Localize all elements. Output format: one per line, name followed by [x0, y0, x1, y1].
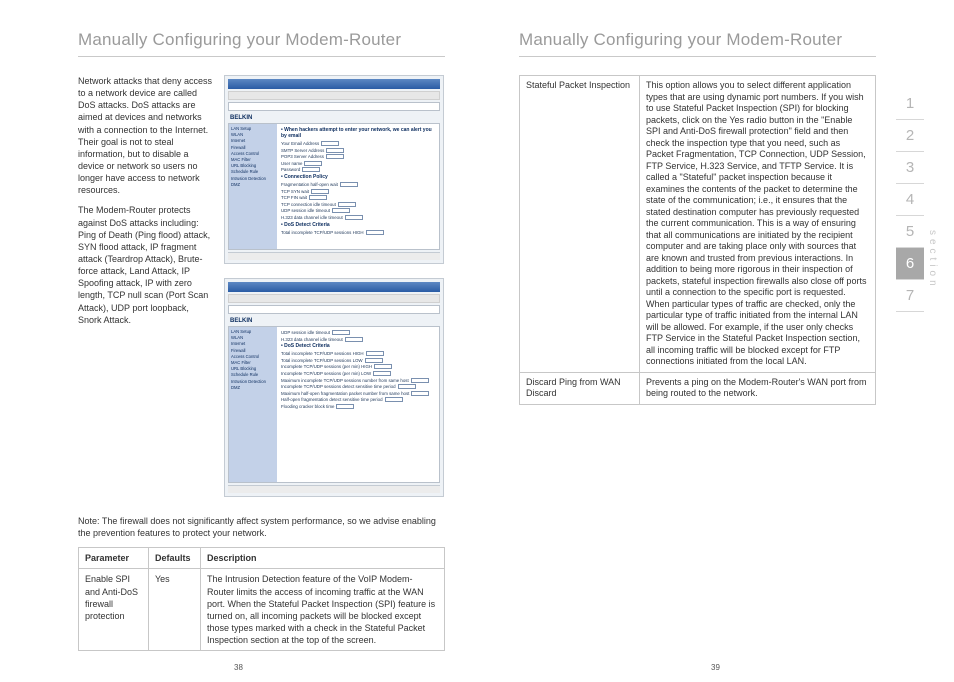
table-row: Stateful Packet Inspection This option a…	[520, 76, 876, 373]
window-titlebar	[228, 282, 440, 292]
parameters-table: Parameter Defaults Description Enable SP…	[78, 547, 445, 651]
screenshot-content: UDP session idle timeout H.323 data chan…	[277, 327, 439, 482]
table-row: Discard Ping from WAN Discard Prevents a…	[520, 372, 876, 404]
right-table-wrap: Stateful Packet Inspection This option a…	[519, 75, 876, 405]
section-nav-item[interactable]: 2	[896, 120, 924, 152]
screenshot-thumbnail: BELKIN LAN SetupWLAN InternetFirewall Ac…	[224, 75, 444, 264]
paragraph: Network attacks that deny access to a ne…	[78, 75, 214, 196]
cell-definition: This option allows you to select differe…	[640, 76, 876, 373]
brand-logo: BELKIN	[228, 113, 440, 123]
section-nav-item[interactable]: 5	[896, 216, 924, 248]
th-parameter: Parameter	[79, 548, 149, 569]
table-header-row: Parameter Defaults Description	[79, 548, 445, 569]
status-bar	[228, 252, 440, 260]
screenshot-content: • When hackers attempt to enter your net…	[277, 124, 439, 249]
cell-term: Stateful Packet Inspection	[520, 76, 640, 373]
definitions-table: Stateful Packet Inspection This option a…	[519, 75, 876, 405]
address-bar	[228, 102, 440, 111]
table-row: Enable SPI and Anti-DoS firewall protect…	[79, 569, 445, 651]
status-bar	[228, 485, 440, 493]
address-bar	[228, 305, 440, 314]
cell-parameter: Enable SPI and Anti-DoS firewall protect…	[79, 569, 149, 651]
th-description: Description	[201, 548, 445, 569]
screenshots-column: BELKIN LAN SetupWLAN InternetFirewall Ac…	[224, 75, 445, 511]
section-nav-item[interactable]: 1	[896, 88, 924, 120]
window-toolbar	[228, 91, 440, 100]
window-toolbar	[228, 294, 440, 303]
section-nav-item-active[interactable]: 6	[896, 248, 924, 280]
cell-term: Discard Ping from WAN Discard	[520, 372, 640, 404]
brand-logo: BELKIN	[228, 316, 440, 326]
window-titlebar	[228, 79, 440, 89]
cell-description: The Intrusion Detection feature of the V…	[201, 569, 445, 651]
section-nav: 1 2 3 4 5 6 7	[896, 88, 924, 312]
heading-right: Manually Configuring your Modem-Router	[519, 30, 876, 57]
section-nav-item[interactable]: 3	[896, 152, 924, 184]
note-paragraph: Note: The firewall does not significantl…	[78, 515, 445, 539]
page-number: 38	[0, 663, 477, 672]
th-defaults: Defaults	[149, 548, 201, 569]
screenshot-thumbnail: BELKIN LAN SetupWLAN InternetFirewall Ac…	[224, 278, 444, 497]
page-left: Manually Configuring your Modem-Router N…	[0, 0, 477, 682]
screenshot-sidebar: LAN SetupWLAN InternetFirewall Access Co…	[229, 124, 277, 249]
section-label: section	[927, 230, 938, 290]
heading-left: Manually Configuring your Modem-Router	[78, 30, 445, 57]
page-number: 39	[477, 663, 954, 672]
cell-defaults: Yes	[149, 569, 201, 651]
cell-definition: Prevents a ping on the Modem-Router's WA…	[640, 372, 876, 404]
page-right: Manually Configuring your Modem-Router S…	[477, 0, 954, 682]
screenshot-sidebar: LAN SetupWLAN InternetFirewall Access Co…	[229, 327, 277, 482]
left-text-column: Network attacks that deny access to a ne…	[78, 75, 214, 511]
section-nav-item[interactable]: 7	[896, 280, 924, 312]
paragraph: The Modem-Router protects against DoS at…	[78, 204, 214, 325]
section-nav-item[interactable]: 4	[896, 184, 924, 216]
left-body: Network attacks that deny access to a ne…	[78, 75, 445, 511]
